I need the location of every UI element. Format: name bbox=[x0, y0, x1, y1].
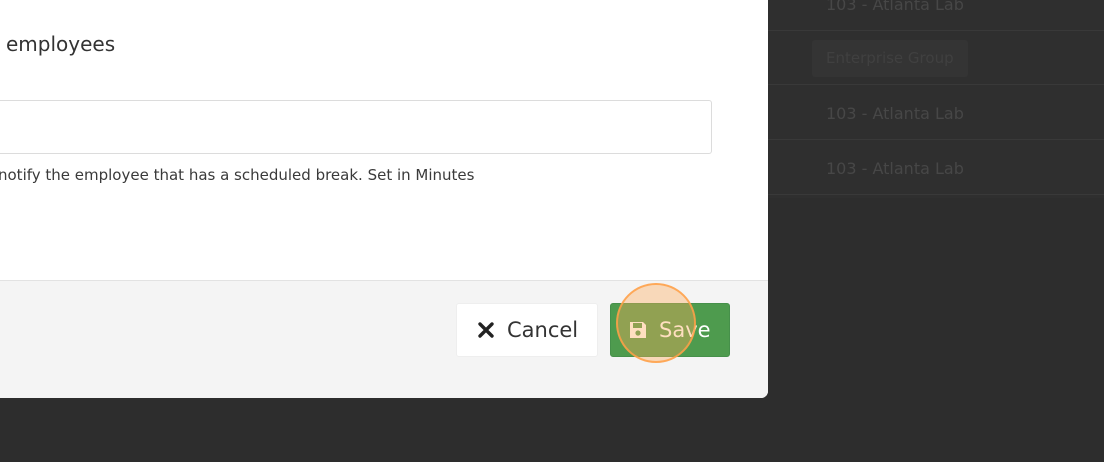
screen: 103 - Atlanta Lab Enterprise Group 103 -… bbox=[0, 0, 1104, 462]
save-button[interactable]: Save bbox=[610, 303, 730, 357]
floppy-disk-icon bbox=[627, 319, 649, 341]
background-table: 103 - Atlanta Lab Enterprise Group 103 -… bbox=[768, 0, 1104, 198]
table-row: Enterprise Group bbox=[768, 32, 1104, 85]
field-label: employees bbox=[6, 32, 116, 56]
modal-footer: Cancel Save bbox=[0, 280, 768, 398]
table-row: 103 - Atlanta Lab bbox=[768, 142, 1104, 195]
settings-modal: employees notify the employee that has a… bbox=[0, 0, 768, 398]
break-notify-minutes-input[interactable] bbox=[0, 100, 712, 154]
cancel-button-label: Cancel bbox=[507, 318, 579, 342]
group-badge: Enterprise Group bbox=[812, 40, 968, 77]
table-cell-location: 103 - Atlanta Lab bbox=[826, 159, 964, 178]
field-help-text: notify the employee that has a scheduled… bbox=[0, 166, 475, 184]
table-cell-location: 103 - Atlanta Lab bbox=[826, 0, 964, 14]
cancel-button[interactable]: Cancel bbox=[456, 303, 598, 357]
table-row: 103 - Atlanta Lab bbox=[768, 87, 1104, 140]
table-row: 103 - Atlanta Lab bbox=[768, 0, 1104, 31]
save-button-label: Save bbox=[659, 318, 711, 342]
close-icon bbox=[475, 319, 497, 341]
modal-body: employees notify the employee that has a… bbox=[0, 0, 768, 280]
table-cell-location: 103 - Atlanta Lab bbox=[826, 104, 964, 123]
